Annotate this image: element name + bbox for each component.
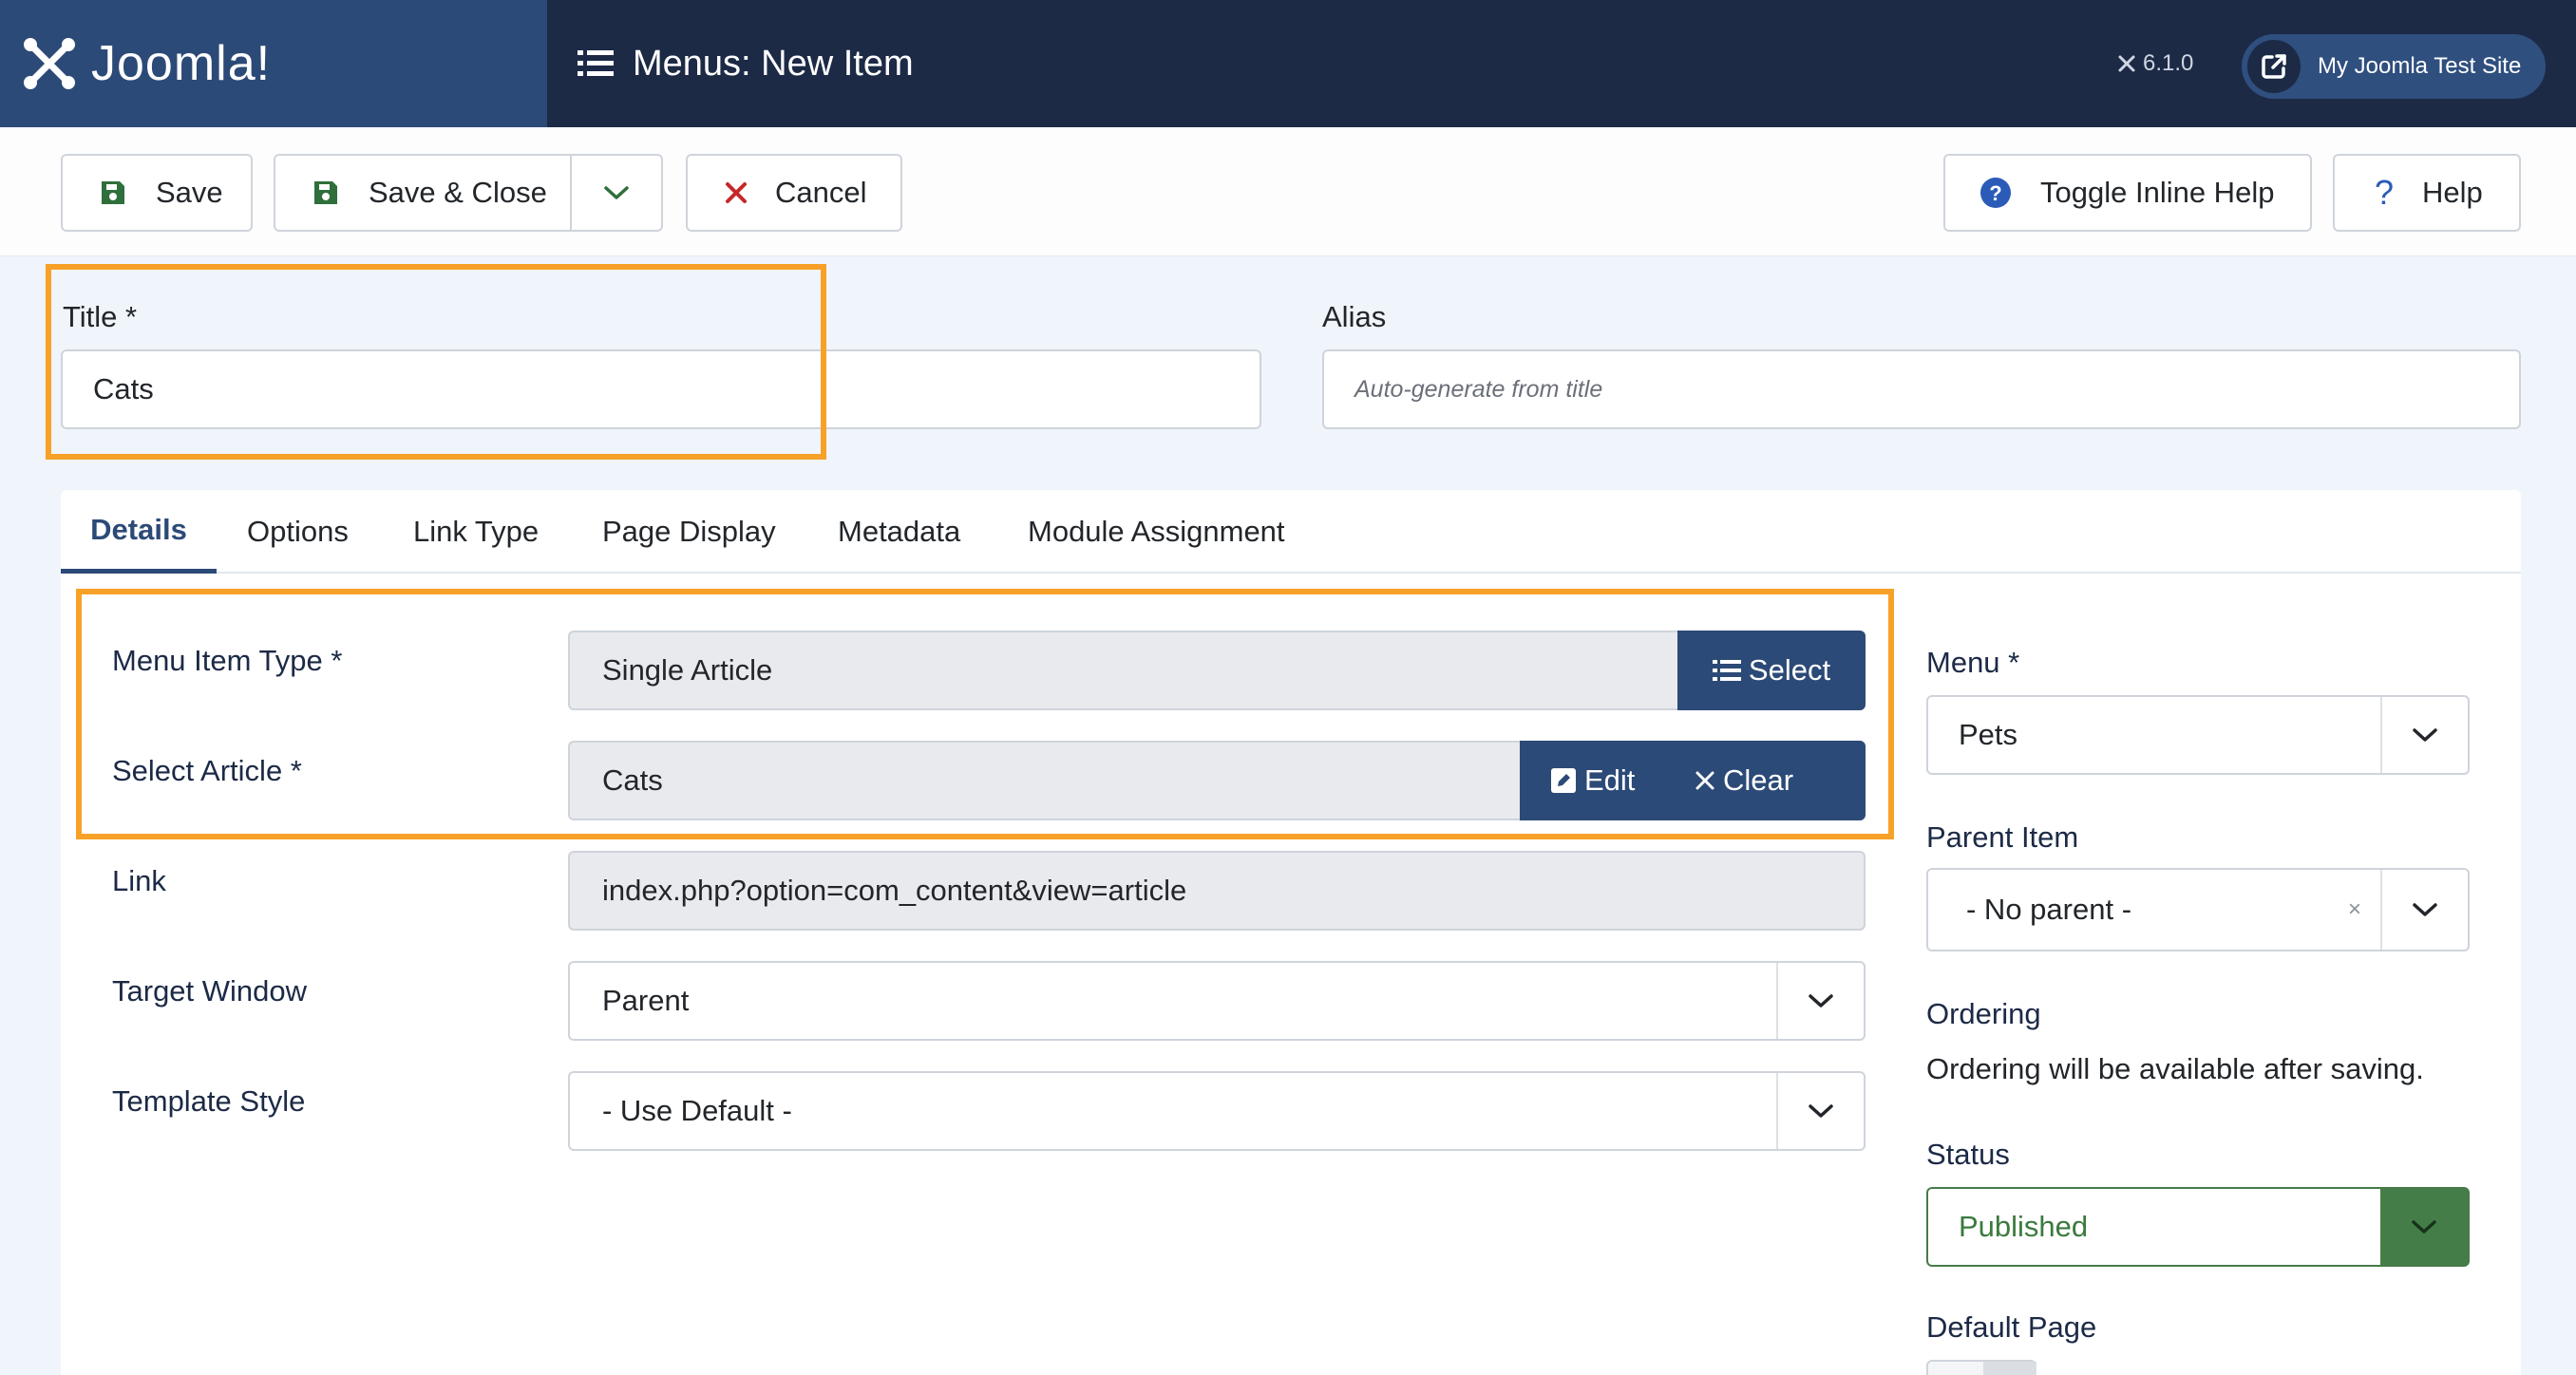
template-style-value: - Use Default - xyxy=(602,1094,792,1127)
alias-placeholder: Auto-generate from title xyxy=(1354,375,1603,403)
help-button[interactable]: ? Help xyxy=(2333,154,2521,232)
page-title-text: Menus: New Item xyxy=(633,43,914,84)
site-button-label: My Joomla Test Site xyxy=(2318,53,2522,79)
menu-label: Menu * xyxy=(1926,646,2020,679)
parent-item-value: - No parent - xyxy=(1966,893,2132,926)
version-text: 6.1.0 xyxy=(2143,50,2194,76)
question-circle-icon: ? xyxy=(1979,177,2012,209)
template-style-label: Template Style xyxy=(112,1084,306,1118)
menu-type-highlight-box xyxy=(76,589,1894,839)
list-icon xyxy=(578,50,614,76)
tab-module-assignment[interactable]: Module Assignment xyxy=(1028,490,1285,574)
save-label: Save xyxy=(156,176,223,209)
ordering-text: Ordering will be available after saving. xyxy=(1926,1052,2424,1085)
ordering-label: Ordering xyxy=(1926,997,2041,1030)
help-label: Help xyxy=(2422,176,2483,209)
save-button[interactable]: Save xyxy=(61,154,253,232)
chevron-down-icon xyxy=(1776,963,1864,1039)
menu-select[interactable]: Pets xyxy=(1926,695,2470,775)
save-icon xyxy=(99,179,127,207)
tab-bar: Details Options Link Type Page Display M… xyxy=(61,490,2521,574)
save-options-dropdown[interactable] xyxy=(572,156,661,230)
toolbar: Save Save & Close Cancel ? Toggle Inline… xyxy=(0,127,2576,256)
external-link-icon xyxy=(2247,40,2301,93)
link-field: index.php?option=com_content&view=articl… xyxy=(568,851,1866,931)
menu-value: Pets xyxy=(1959,718,2018,751)
view-site-button[interactable]: My Joomla Test Site xyxy=(2242,34,2546,99)
joomla-logo[interactable]: Joomla! xyxy=(0,0,547,127)
save-close-button[interactable]: Save & Close xyxy=(274,154,663,232)
cancel-label: Cancel xyxy=(775,176,867,209)
toggle-inline-help-button[interactable]: ? Toggle Inline Help xyxy=(1943,154,2312,232)
chevron-down-icon xyxy=(2380,1189,2468,1265)
version-info: 6.1.0 xyxy=(2116,0,2193,127)
parent-item-label: Parent Item xyxy=(1926,820,2079,854)
tab-metadata[interactable]: Metadata xyxy=(838,490,960,574)
toggle-knob xyxy=(1983,1362,2036,1375)
toggle-help-label: Toggle Inline Help xyxy=(2040,176,2275,209)
chevron-down-icon xyxy=(604,186,629,199)
save-close-label: Save & Close xyxy=(369,176,547,209)
chevron-down-icon xyxy=(2380,870,2468,950)
link-value: index.php?option=com_content&view=articl… xyxy=(602,874,1187,907)
default-page-label: Default Page xyxy=(1926,1310,2097,1344)
parent-item-select[interactable]: - No parent - × xyxy=(1926,868,2470,951)
svg-text:?: ? xyxy=(1989,181,2001,205)
save-icon xyxy=(312,179,340,207)
question-icon: ? xyxy=(2375,173,2395,212)
joomla-logo-icon xyxy=(24,38,75,89)
status-select[interactable]: Published xyxy=(1926,1187,2470,1267)
cancel-button[interactable]: Cancel xyxy=(686,154,902,232)
logo-text: Joomla! xyxy=(91,36,272,91)
tab-link-type[interactable]: Link Type xyxy=(413,490,539,574)
status-label: Status xyxy=(1926,1138,2010,1171)
tab-details[interactable]: Details xyxy=(61,490,217,574)
clear-selection-icon[interactable]: × xyxy=(2348,896,2361,923)
default-page-toggle[interactable] xyxy=(1926,1360,2036,1375)
close-icon xyxy=(724,180,748,205)
joomla-small-icon xyxy=(2118,55,2135,72)
template-style-select[interactable]: - Use Default - xyxy=(568,1071,1866,1151)
alias-label: Alias xyxy=(1322,300,1387,333)
title-highlight-box xyxy=(46,264,826,460)
target-window-label: Target Window xyxy=(112,974,308,1008)
tab-options[interactable]: Options xyxy=(247,490,349,574)
chevron-down-icon xyxy=(2380,697,2468,773)
status-value: Published xyxy=(1959,1210,2089,1243)
top-header: Joomla! Menus: New Item 6.1.0 My Joomla … xyxy=(0,0,2576,127)
page-title: Menus: New Item xyxy=(578,0,914,127)
tab-page-display[interactable]: Page Display xyxy=(602,490,776,574)
alias-input[interactable]: Auto-generate from title xyxy=(1322,349,2521,429)
target-window-value: Parent xyxy=(602,984,690,1017)
link-label: Link xyxy=(112,864,166,897)
target-window-select[interactable]: Parent xyxy=(568,961,1866,1041)
chevron-down-icon xyxy=(1776,1073,1864,1149)
